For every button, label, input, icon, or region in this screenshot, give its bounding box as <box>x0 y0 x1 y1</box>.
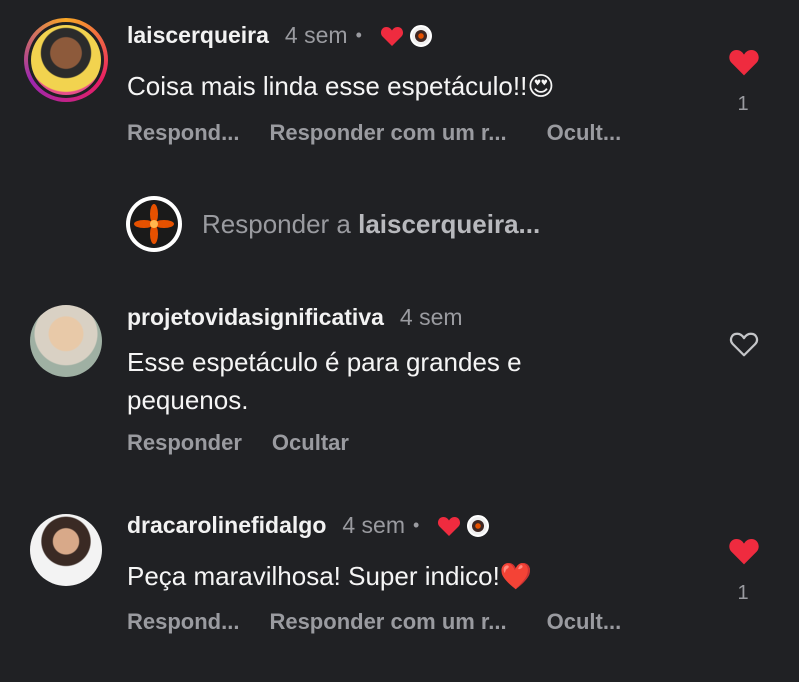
like-button[interactable] <box>726 327 762 361</box>
current-user-avatar <box>126 196 182 252</box>
like-count: 1 <box>737 582 749 604</box>
author-avatar-icon <box>409 24 432 47</box>
comment-header: projetovidasignificativa 4 sem <box>127 304 463 331</box>
username[interactable]: laiscerqueira <box>127 22 269 49</box>
comment-actions: Respond... Responder com um r... Ocult..… <box>127 609 651 635</box>
like-button[interactable] <box>726 534 762 568</box>
author-avatar-icon <box>467 514 490 537</box>
reply-placeholder[interactable]: Responder a laiscerqueira... <box>202 209 540 240</box>
heart-outline-icon <box>729 332 759 357</box>
username[interactable]: projetovidasignificativa <box>127 304 384 331</box>
separator-dot: • <box>355 25 362 45</box>
hide-button[interactable]: Ocult... <box>547 120 622 146</box>
avatar[interactable] <box>30 305 102 377</box>
avatar[interactable] <box>30 514 102 586</box>
comment-text: Esse espetáculo é para grandes e pequeno… <box>127 347 522 415</box>
comment-text: Peça maravilhosa! Super indico!❤️ <box>127 561 533 591</box>
avatar <box>31 25 101 95</box>
reply-target-username: laiscerqueira... <box>358 208 541 239</box>
timestamp: 4 sem <box>342 512 406 538</box>
hide-button[interactable]: Ocult... <box>547 609 622 635</box>
comment-text: Coisa mais linda esse espetáculo!!😍 <box>127 71 555 101</box>
separator-dot: • <box>413 515 420 535</box>
avatar-story-ring[interactable] <box>24 18 108 102</box>
username[interactable]: dracarolinefidalgo <box>127 512 326 539</box>
timestamp: 4 sem <box>284 22 348 48</box>
comment-header: dracarolinefidalgo 4 sem • <box>127 512 490 539</box>
author-liked-heart-icon <box>437 515 461 537</box>
heart-filled-icon <box>729 539 759 565</box>
reply-button[interactable]: Responder <box>127 430 242 456</box>
comment-actions: Responder Ocultar <box>127 430 379 456</box>
like-button[interactable] <box>726 45 762 79</box>
comment-actions: Respond... Responder com um r... Ocult..… <box>127 120 651 146</box>
timestamp: 4 sem <box>399 304 463 330</box>
reply-with-reel-button[interactable]: Responder com um r... <box>269 120 506 146</box>
reply-with-reel-button[interactable]: Responder com um r... <box>269 609 506 635</box>
comment-header: laiscerqueira 4 sem • <box>127 22 432 49</box>
like-count: 1 <box>737 93 749 115</box>
hide-button[interactable]: Ocultar <box>272 430 349 456</box>
reply-button[interactable]: Respond... <box>127 609 239 635</box>
reply-prompt[interactable]: Responder a laiscerqueira... <box>126 196 540 252</box>
reply-button[interactable]: Respond... <box>127 120 239 146</box>
author-liked-heart-icon <box>380 25 404 47</box>
heart-filled-icon <box>729 50 759 76</box>
